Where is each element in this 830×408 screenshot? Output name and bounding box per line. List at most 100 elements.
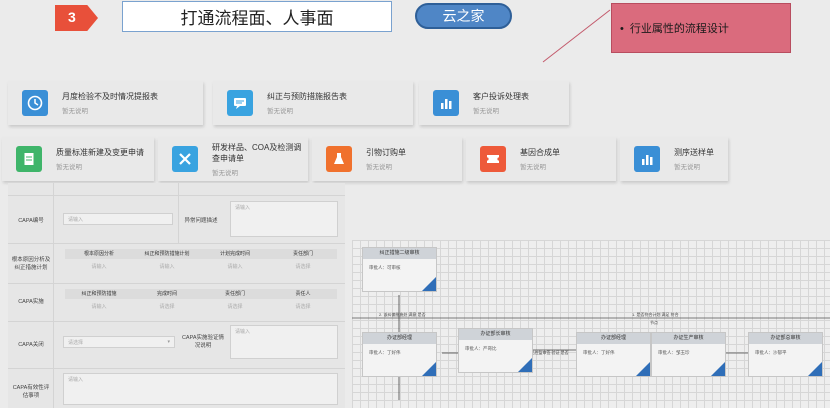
- flow-canvas[interactable]: 纠正措施二级审核 审批人：可审核 2. 该纠偏措施处 满意 是否 1. 是否符合…: [352, 240, 830, 408]
- root-cause-label: 根本原因分析及纠正措施计划: [11, 257, 51, 271]
- card-title: 引物订购单: [366, 148, 406, 157]
- node-corner-icon: [518, 358, 532, 372]
- card-title: 质量标准新建及变更申请: [56, 148, 144, 157]
- flow-node-e[interactable]: 办证部总审核 审批人：沙郁平: [748, 332, 823, 377]
- form-row: [8, 243, 345, 244]
- card-primer-order[interactable]: 引物订购单 暂无说明: [312, 137, 462, 181]
- card-subtitle: 暂无说明: [674, 164, 700, 171]
- table1-header: 责任部门: [269, 249, 337, 259]
- card-subtitle: 暂无说明: [267, 108, 293, 115]
- verify-textarea[interactable]: 请输入: [230, 325, 338, 359]
- capa-no-input[interactable]: 请输入: [63, 213, 173, 225]
- node-corner-icon: [422, 277, 436, 291]
- card-corrective-action[interactable]: 纠正与预防措施报告表 暂无说明: [213, 81, 413, 125]
- edge-label: 1. 是否符合计划 满足 符合: [632, 312, 679, 317]
- document-icon: [16, 146, 42, 172]
- card-title: 月度检验不及时情况提报表: [62, 92, 158, 101]
- card-subtitle: 暂无说明: [473, 108, 499, 115]
- table1-header: 计划完成时间: [201, 249, 269, 259]
- chevron-down-icon: ▾: [167, 339, 170, 345]
- table1-cell-input[interactable]: 请输入: [201, 262, 269, 272]
- card-title: 客户投诉处理表: [473, 92, 529, 101]
- table1-header: 纠正和预防措施计划: [133, 249, 201, 259]
- flow-node-c[interactable]: 办证部经理 审批人：丁好伟: [576, 332, 651, 377]
- node-corner-icon: [808, 362, 822, 376]
- card-subtitle: 暂无说明: [62, 108, 88, 115]
- table2-cell-select[interactable]: 请选择: [269, 302, 337, 312]
- verify-label: CAPA实施验证情况说明: [181, 335, 225, 349]
- flow-node-a[interactable]: 办证部经理 审批人：丁好伟: [362, 332, 437, 377]
- form-row: [8, 368, 345, 369]
- node-body: 审批人：丁好伟: [583, 350, 615, 355]
- callout-box: 行业属性的流程设计: [611, 3, 791, 53]
- table1-header: 根本原因分析: [65, 249, 133, 259]
- flow-node-secondary-review[interactable]: 纠正措施二级审核 审批人：可审核: [362, 247, 437, 292]
- capa-close-label: CAPA关闭: [18, 342, 44, 348]
- card-subtitle: 暂无说明: [212, 169, 238, 177]
- table2-header: 责任人: [269, 289, 337, 299]
- form-row: [8, 195, 345, 196]
- slide-title: 打通流程面、人事面: [122, 1, 392, 32]
- desc-label: 异常问题描述: [184, 218, 218, 224]
- step-badge: 3: [55, 5, 98, 31]
- node-body: 审批人：严哥比: [465, 346, 497, 351]
- capa-form: CAPA编号 请输入 异常问题描述 请输入 根本原因分析及纠正措施计划 根本原因…: [8, 183, 345, 408]
- node-body: 审批人：沙郁平: [755, 350, 787, 355]
- notes-textarea[interactable]: 请输入: [63, 373, 338, 405]
- bar-chart-icon: [634, 146, 660, 172]
- form-divider: [178, 183, 179, 243]
- card-subtitle: 暂无说明: [520, 164, 546, 171]
- node-corner-icon: [636, 362, 650, 376]
- flow-node-b[interactable]: 办证部长审核 审批人：严哥比: [458, 328, 533, 373]
- table1-cell-input[interactable]: 请输入: [65, 262, 133, 272]
- form-row: [8, 321, 345, 322]
- node-title: 办证生产审核: [652, 333, 725, 344]
- card-title: 纠正与预防措施报告表: [267, 92, 347, 101]
- table2-cell-input[interactable]: 请输入: [65, 302, 133, 312]
- table1-cell-input[interactable]: 请输入: [133, 262, 201, 272]
- card-gene-synthesis[interactable]: 基因合成单 暂无说明: [466, 137, 616, 181]
- card-subtitle: 暂无说明: [56, 164, 82, 171]
- flow-node-d[interactable]: 办证生产审核 审批人：邹玉珍: [651, 332, 726, 377]
- card-title: 研发样品、COA及检测调查申请单: [212, 142, 302, 163]
- chat-icon: [227, 90, 253, 116]
- card-monthly-inspection[interactable]: 月度检验不及时情况提报表 暂无说明: [8, 81, 203, 125]
- brand-pill-button[interactable]: 云之家: [415, 3, 512, 29]
- table2-header: 完成时间: [133, 289, 201, 299]
- flask-icon: [326, 146, 352, 172]
- capa-impl-label: CAPA实施: [18, 299, 44, 305]
- table2-header: 责任部门: [201, 289, 269, 299]
- node-title: 办证部长审核: [459, 329, 532, 340]
- node-body: 审批人：邹玉珍: [658, 350, 690, 355]
- card-title: 基因合成单: [520, 148, 560, 157]
- edge-label: 节点: [650, 320, 658, 325]
- capa-close-select[interactable]: 请选择 ▾: [63, 336, 175, 348]
- table1-cell-select[interactable]: 请选择: [269, 262, 337, 272]
- node-title: 办证部总审核: [749, 333, 822, 344]
- capa-no-label: CAPA编号: [18, 218, 44, 224]
- card-title: 测序送样单: [674, 148, 714, 157]
- card-sequencing[interactable]: 测序送样单 暂无说明: [620, 137, 728, 181]
- node-title: 办证部经理: [363, 333, 436, 344]
- node-title: 纠正措施二级审核: [363, 248, 436, 259]
- node-body: 审批人：可审核: [369, 265, 401, 270]
- callout-text: 行业属性的流程设计: [629, 23, 729, 35]
- ticket-icon: [480, 146, 506, 172]
- table2-cell-select[interactable]: 请选择: [133, 302, 201, 312]
- node-corner-icon: [711, 362, 725, 376]
- edge-label: 2. 该纠偏措施处 满意 是否: [379, 312, 426, 317]
- notes-label: CAPA有效性评估事项: [12, 385, 50, 399]
- desc-textarea[interactable]: 请输入: [230, 201, 338, 237]
- form-divider: [53, 183, 54, 408]
- card-customer-complaint[interactable]: 客户投诉处理表 暂无说明: [419, 81, 569, 125]
- node-body: 审批人：丁好伟: [369, 350, 401, 355]
- card-quality-standard[interactable]: 质量标准新建及变更申请 暂无说明: [2, 137, 154, 181]
- form-row: [8, 283, 345, 284]
- node-corner-icon: [422, 362, 436, 376]
- table2-cell-select[interactable]: 请选择: [201, 302, 269, 312]
- bar-chart-icon: [433, 90, 459, 116]
- tools-icon: [172, 146, 198, 172]
- card-rd-sample[interactable]: 研发样品、COA及检测调查申请单暂无说明: [158, 137, 308, 181]
- capa-close-value: 请选择: [68, 340, 84, 346]
- clock-icon: [22, 90, 48, 116]
